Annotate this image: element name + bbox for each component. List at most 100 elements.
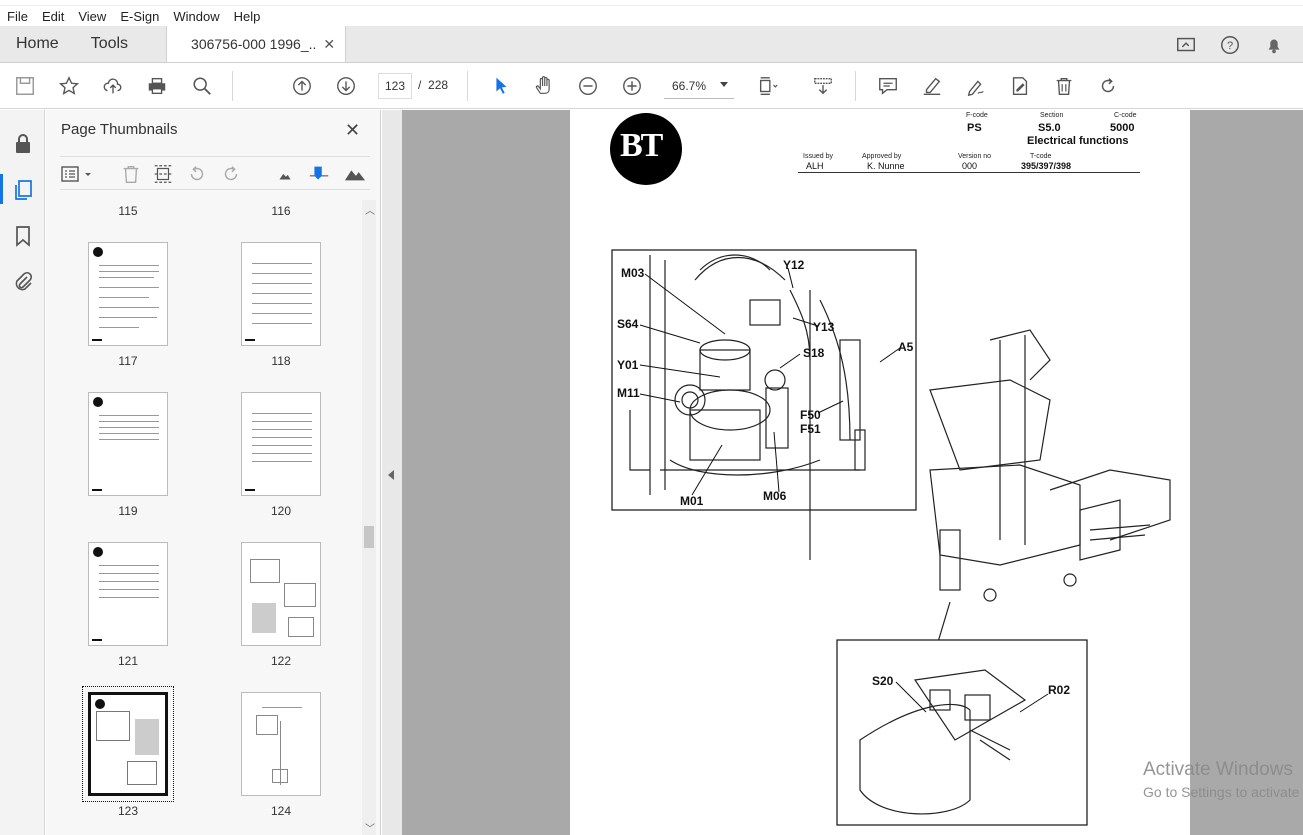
callout-a5: A5: [898, 340, 914, 354]
thumbnail-options-icon[interactable]: [60, 163, 94, 185]
callout-f50: F50: [800, 408, 821, 422]
thumbnail-page-120[interactable]: [241, 392, 321, 496]
thumbnail-label: 122: [270, 654, 292, 668]
delete-page-icon[interactable]: [120, 163, 142, 185]
zoom-out-icon[interactable]: [576, 74, 600, 98]
bookmark-icon[interactable]: [11, 224, 35, 248]
menu-file[interactable]: File: [0, 9, 35, 24]
bell-icon[interactable]: [1263, 34, 1285, 56]
scroll-thumb[interactable]: [364, 526, 374, 548]
close-panel-icon[interactable]: ✕: [345, 120, 360, 141]
page-down-icon[interactable]: [334, 74, 358, 98]
delete-icon[interactable]: [1052, 74, 1076, 98]
edit-icon[interactable]: [1008, 74, 1032, 98]
callout-m01: M01: [680, 494, 704, 508]
thumbnail-page-122[interactable]: [241, 542, 321, 646]
fit-page-icon[interactable]: [756, 74, 780, 98]
large-thumbnail-icon[interactable]: [342, 163, 368, 185]
hand-icon[interactable]: [532, 74, 556, 98]
activation-watermark-subtitle: Go to Settings to activate: [1143, 784, 1300, 800]
tab-document-title: 306756-000 1996_...: [191, 36, 318, 52]
thumbnail-label: 116: [271, 204, 291, 218]
page-count: / 228: [418, 78, 448, 92]
document-page: BT F-code PS Section S5.0 C-code 5000 El…: [570, 110, 1190, 835]
thumbnail-page-121[interactable]: [88, 542, 168, 646]
zoom-search-icon[interactable]: [190, 74, 214, 98]
select-arrow-icon[interactable]: [489, 74, 513, 98]
zoom-select[interactable]: 66.7%: [664, 73, 734, 99]
print-icon[interactable]: [145, 74, 169, 98]
menu-bar: File Edit View E-Sign Window Help: [0, 6, 1303, 26]
star-icon[interactable]: [57, 74, 81, 98]
callout-s20: S20: [872, 674, 894, 688]
page-number-input[interactable]: 123: [378, 73, 412, 99]
thumbnails-panel: Page Thumbnails ✕ 115 116 117 118 119 12…: [46, 110, 381, 835]
callout-s18: S18: [803, 346, 825, 360]
comment-icon[interactable]: [876, 74, 900, 98]
tab-tools[interactable]: Tools: [75, 26, 144, 62]
upload-icon[interactable]: [101, 74, 125, 98]
toolbar-divider: [855, 71, 856, 101]
rail-active-indicator: [0, 174, 3, 204]
callout-s64: S64: [617, 317, 639, 331]
rotate-icon[interactable]: [1096, 74, 1120, 98]
scroll-mode-icon[interactable]: [811, 74, 835, 98]
share-icon[interactable]: [1175, 34, 1197, 56]
thumbnail-label: 120: [270, 504, 292, 518]
help-icon[interactable]: ?: [1219, 34, 1241, 56]
callout-y01: Y01: [617, 358, 639, 372]
callout-m11: M11: [617, 386, 640, 400]
thumbnail-scrollbar[interactable]: ︿ ﹀: [362, 200, 376, 835]
toolbar-divider: [232, 71, 233, 101]
toolbar: 123 / 228 66.7%: [0, 63, 1303, 109]
attachment-icon[interactable]: [11, 270, 35, 294]
scroll-down-icon[interactable]: ﹀: [365, 820, 375, 835]
thumbnail-label: 123: [117, 804, 139, 818]
thumbnail-page-117[interactable]: [88, 242, 168, 346]
thumbnail-page-119[interactable]: [88, 392, 168, 496]
chevron-down-icon: [720, 82, 728, 87]
toolbar-divider: [467, 71, 468, 101]
document-view[interactable]: BT F-code PS Section S5.0 C-code 5000 El…: [402, 110, 1303, 835]
menu-help[interactable]: Help: [227, 9, 268, 24]
menu-view[interactable]: View: [71, 9, 113, 24]
zoom-in-icon[interactable]: [620, 74, 644, 98]
thumbnail-page-123[interactable]: [88, 692, 168, 796]
panel-collapse-strip[interactable]: [382, 110, 402, 835]
sign-icon[interactable]: [964, 74, 988, 98]
collapse-arrow-icon[interactable]: [388, 470, 394, 480]
pages-icon[interactable]: [11, 178, 35, 202]
small-thumbnail-icon[interactable]: [274, 163, 296, 185]
page-separator: /: [418, 78, 422, 92]
callout-f51: F51: [800, 422, 821, 436]
zoom-value: 66.7%: [672, 78, 707, 93]
tab-home[interactable]: Home: [0, 26, 75, 62]
thumbnail-page-124[interactable]: [241, 692, 321, 796]
page-up-icon[interactable]: [290, 74, 314, 98]
tab-document[interactable]: 306756-000 1996_... ✕: [166, 26, 347, 62]
panel-title: Page Thumbnails: [61, 121, 178, 138]
callout-y12: Y12: [783, 258, 805, 272]
rotate-left-icon[interactable]: [186, 163, 208, 185]
scroll-up-icon[interactable]: ︿: [365, 202, 375, 217]
highlight-icon[interactable]: [920, 74, 944, 98]
thumbnail-label: 119: [118, 504, 138, 518]
callout-y13: Y13: [813, 320, 835, 334]
save-icon[interactable]: [13, 74, 37, 98]
truck-illustration: [611, 249, 1171, 826]
menu-window[interactable]: Window: [166, 9, 226, 24]
thumbnail-label: 115: [118, 204, 138, 218]
thumbnail-label: 118: [271, 354, 291, 368]
thumbnail-size-slider[interactable]: [308, 163, 330, 185]
menu-esign[interactable]: E-Sign: [113, 9, 166, 24]
close-tab-icon[interactable]: ✕: [323, 36, 335, 53]
panel-toolbar: [60, 156, 370, 190]
thumbnail-page-118[interactable]: [241, 242, 321, 346]
rotate-right-icon[interactable]: [220, 163, 242, 185]
lock-icon[interactable]: [11, 132, 35, 156]
thumbnail-label: 117: [118, 354, 138, 368]
tab-bar: Home Tools 306756-000 1996_... ✕ ?: [0, 26, 1303, 63]
thumbnail-logo: [93, 247, 103, 257]
extract-page-icon[interactable]: [152, 163, 174, 185]
menu-edit[interactable]: Edit: [35, 9, 71, 24]
